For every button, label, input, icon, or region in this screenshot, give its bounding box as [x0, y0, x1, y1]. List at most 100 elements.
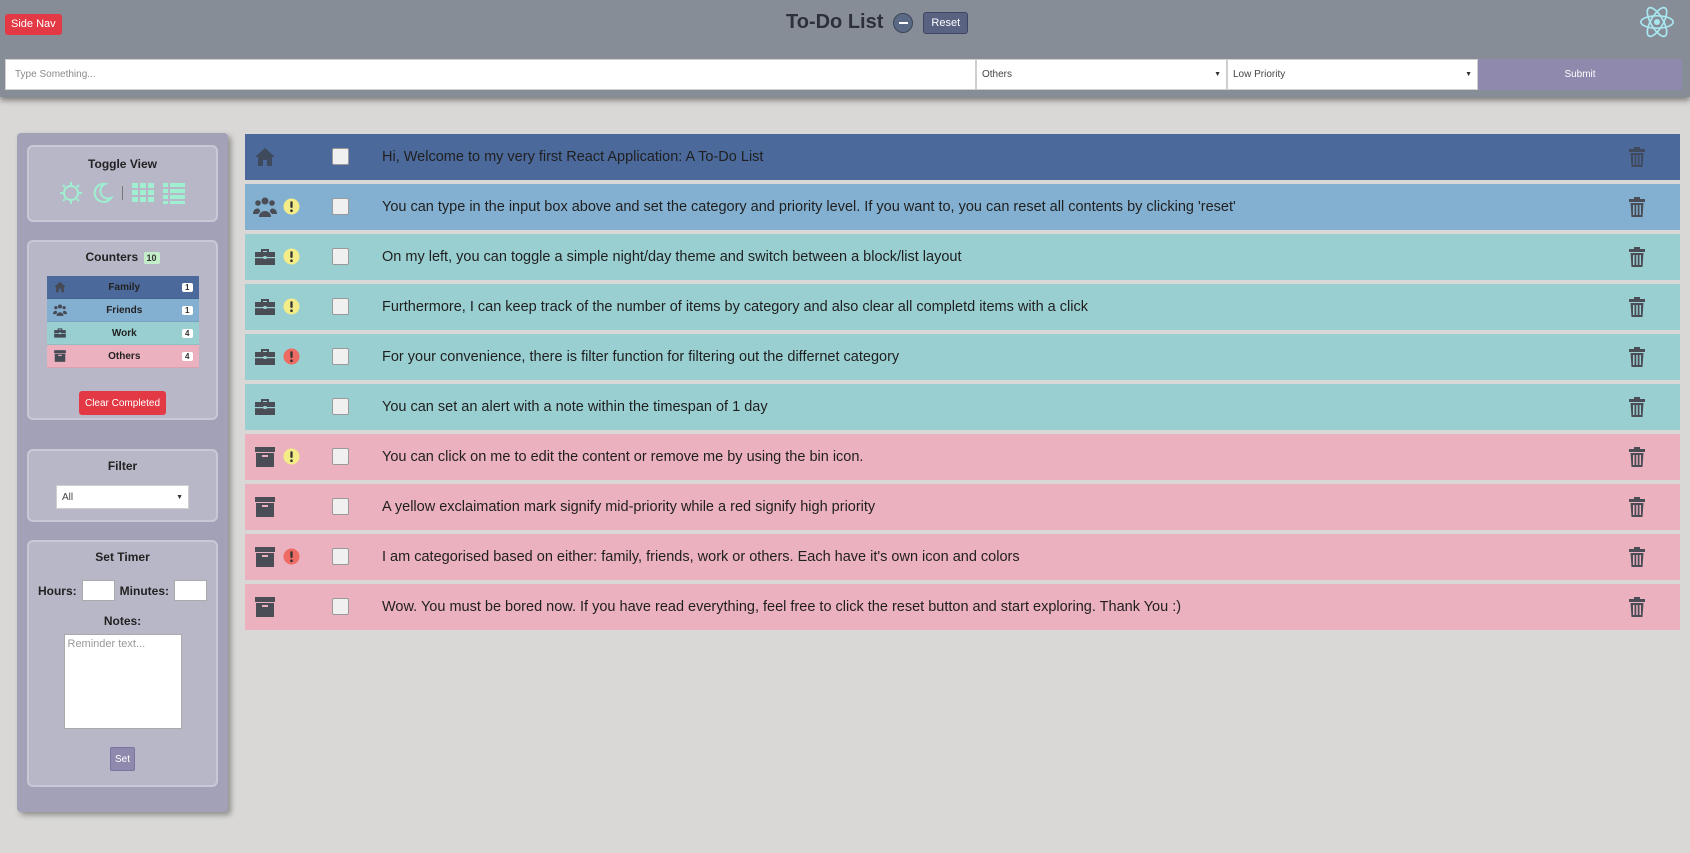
todo-text[interactable]: Wow. You must be bored now. If you have … [382, 584, 1181, 630]
todo-checkbox[interactable] [332, 548, 349, 565]
todo-checkbox[interactable] [332, 498, 349, 515]
briefcase-icon [253, 345, 277, 369]
home-icon [53, 280, 67, 294]
todo-checkbox[interactable] [332, 598, 349, 615]
counters-title: Counters 10 [29, 250, 216, 264]
priority-select-value: Low Priority [1233, 69, 1286, 80]
todo-checkbox[interactable] [332, 398, 349, 415]
divider [122, 186, 123, 200]
trash-icon[interactable] [1629, 497, 1645, 517]
counter-count: 4 [182, 351, 193, 361]
counter-label: Family [108, 281, 141, 293]
submit-button[interactable]: Submit [1478, 59, 1682, 90]
high-priority-icon [283, 348, 300, 365]
todo-text[interactable]: You can type in the input box above and … [382, 184, 1236, 230]
priority-select[interactable]: Low Priority ▼ [1227, 59, 1478, 90]
todo-item[interactable]: You can type in the input box above and … [245, 184, 1680, 230]
todo-text[interactable]: I am categorised based on either: family… [382, 534, 1020, 580]
todo-item[interactable]: You can set an alert with a note within … [245, 384, 1680, 430]
notes-label: Notes: [103, 614, 142, 628]
trash-icon[interactable] [1629, 547, 1645, 567]
sidebar: Toggle View Counters 10 Family 1 Friends 1 W… [17, 133, 228, 812]
todo-text[interactable]: A yellow exclaimation mark signify mid-p… [382, 484, 875, 530]
todo-item[interactable]: I am categorised based on either: family… [245, 534, 1680, 580]
moon-icon[interactable] [90, 181, 114, 205]
todo-text[interactable]: Hi, Welcome to my very first React Appli… [382, 134, 763, 180]
counter-label: Friends [106, 304, 143, 316]
title-group: To-Do List Reset [786, 11, 969, 34]
side-nav-button[interactable]: Side Nav [5, 14, 62, 35]
todo-item[interactable]: Hi, Welcome to my very first React Appli… [245, 134, 1680, 180]
todo-item[interactable]: For your convenience, there is filter fu… [245, 334, 1680, 380]
todo-item[interactable]: Furthermore, I can keep track of the num… [245, 284, 1680, 330]
react-logo-icon [1639, 6, 1675, 38]
mid-priority-icon [283, 198, 300, 215]
trash-icon[interactable] [1629, 447, 1645, 467]
app-header: Side Nav To-Do List Reset Others ▼ Low P… [0, 0, 1690, 97]
todo-list: Hi, Welcome to my very first React Appli… [245, 134, 1680, 634]
trash-icon[interactable] [1629, 247, 1645, 267]
todo-item[interactable]: On my left, you can toggle a simple nigh… [245, 234, 1680, 280]
todo-item[interactable]: Wow. You must be bored now. If you have … [245, 584, 1680, 630]
archive-icon [253, 445, 277, 469]
toggle-view-panel: Toggle View [27, 145, 218, 222]
counters-label: Counters [85, 250, 139, 264]
notes-textarea[interactable] [63, 634, 182, 729]
category-counter-list: Family 1 Friends 1 Work 4 Others 4 [46, 276, 199, 368]
todo-text[interactable]: You can click on me to edit the content … [382, 434, 863, 480]
users-icon [52, 303, 67, 317]
trash-icon[interactable] [1629, 347, 1645, 367]
archive-icon [53, 349, 67, 363]
counter-count: 1 [182, 305, 193, 315]
chevron-down-icon: ▼ [1214, 71, 1221, 78]
archive-icon [253, 545, 277, 569]
grid-view-icon[interactable] [131, 181, 155, 205]
todo-item[interactable]: A yellow exclaimation mark signify mid-p… [245, 484, 1680, 530]
counter-row-friends: Friends 1 [46, 299, 199, 322]
briefcase-icon [253, 295, 277, 319]
todo-text-input[interactable] [5, 59, 976, 90]
briefcase-icon [253, 245, 277, 269]
trash-icon[interactable] [1629, 147, 1645, 167]
timer-title: Set Timer [95, 550, 150, 564]
todo-checkbox[interactable] [332, 448, 349, 465]
todo-item[interactable]: You can click on me to edit the content … [245, 434, 1680, 480]
todo-checkbox[interactable] [332, 298, 349, 315]
trash-icon[interactable] [1629, 197, 1645, 217]
chevron-down-icon: ▼ [1465, 71, 1472, 78]
counter-row-others: Others 4 [46, 345, 199, 368]
users-icon [253, 195, 277, 219]
category-select[interactable]: Others ▼ [976, 59, 1227, 90]
todo-checkbox[interactable] [332, 148, 349, 165]
hours-label: Hours: [37, 583, 77, 598]
trash-icon[interactable] [1629, 297, 1645, 317]
minus-icon[interactable] [893, 12, 914, 33]
counter-label: Work [111, 327, 137, 339]
list-view-icon[interactable] [162, 181, 186, 205]
set-timer-button[interactable]: Set [110, 747, 135, 771]
todo-text[interactable]: Furthermore, I can keep track of the num… [382, 284, 1088, 330]
mid-priority-icon [283, 248, 300, 265]
hours-input[interactable] [81, 580, 115, 601]
toggle-view-title: Toggle View [88, 157, 157, 171]
high-priority-icon [283, 548, 300, 565]
todo-checkbox[interactable] [332, 248, 349, 265]
trash-icon[interactable] [1629, 397, 1645, 417]
todo-text[interactable]: On my left, you can toggle a simple nigh… [382, 234, 962, 280]
todo-text[interactable]: For your convenience, there is filter fu… [382, 334, 899, 380]
filter-title: Filter [107, 459, 138, 473]
archive-icon [253, 595, 277, 619]
clear-completed-button[interactable]: Clear Completed [78, 391, 167, 415]
reset-button[interactable]: Reset [923, 11, 969, 34]
home-icon [253, 145, 277, 169]
sun-icon[interactable] [59, 181, 83, 205]
todo-text[interactable]: You can set an alert with a note within … [382, 384, 768, 430]
todo-checkbox[interactable] [332, 348, 349, 365]
filter-panel: Filter All ▼ [27, 449, 218, 522]
mid-priority-icon [283, 448, 300, 465]
minutes-input[interactable] [174, 580, 207, 601]
trash-icon[interactable] [1629, 597, 1645, 617]
total-count-badge: 10 [143, 252, 160, 264]
todo-checkbox[interactable] [332, 198, 349, 215]
filter-select[interactable]: All ▼ [56, 485, 189, 509]
